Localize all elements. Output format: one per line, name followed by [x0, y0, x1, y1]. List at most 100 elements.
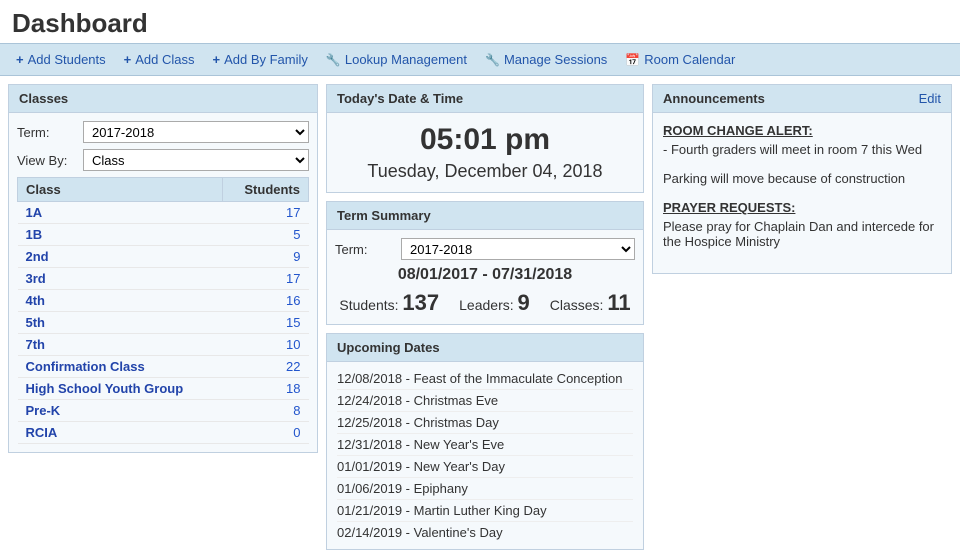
room-calendar-button[interactable]: 📅 Room Calendar [619, 50, 741, 69]
class-name: 1B [18, 224, 223, 246]
class-name: High School Youth Group [18, 378, 223, 400]
date-display: Tuesday, December 04, 2018 [337, 161, 633, 182]
list-item: 02/14/2019 - Valentine's Day [337, 522, 633, 543]
term-summary-row: Term: 2017-2018 [335, 238, 635, 260]
classes-label: Classes: [550, 297, 604, 313]
term-select[interactable]: 2017-2018 [83, 121, 309, 143]
student-count: 16 [223, 290, 309, 312]
wrench-icon: 🔧 [326, 53, 341, 67]
term-summary-label: Term: [335, 242, 395, 257]
announcement-block-2: PRAYER REQUESTS: Please pray for Chaplain… [663, 200, 941, 249]
leaders-label: Leaders: [459, 297, 513, 313]
class-table: Class Students 1A171B52nd93rd174th165th1… [17, 177, 309, 444]
student-count: 17 [223, 202, 309, 224]
classes-stat: Classes: 11 [550, 290, 631, 316]
plus-icon: + [16, 52, 24, 67]
class-name: RCIA [18, 422, 223, 444]
list-item: 12/24/2018 - Christmas Eve [337, 390, 633, 412]
viewby-row: View By: Class [17, 149, 309, 171]
announcement-text: - Fourth graders will meet in room 7 thi… [663, 142, 941, 157]
wrench-icon: 🔧 [485, 53, 500, 67]
add-class-button[interactable]: + Add Class [118, 50, 201, 69]
datetime-panel: Today's Date & Time 05:01 pm Tuesday, De… [326, 84, 644, 193]
table-row[interactable]: 7th10 [18, 334, 309, 356]
student-count: 15 [223, 312, 309, 334]
student-count: 5 [223, 224, 309, 246]
manage-sessions-button[interactable]: 🔧 Manage Sessions [479, 50, 613, 69]
class-name: 4th [18, 290, 223, 312]
classes-panel: Classes Term: 2017-2018 View By: Class C… [8, 84, 318, 453]
list-item: 12/31/2018 - New Year's Eve [337, 434, 633, 456]
announcement-text: Please pray for Chaplain Dan and interce… [663, 219, 941, 249]
middle-panel: Today's Date & Time 05:01 pm Tuesday, De… [326, 84, 644, 550]
datetime-panel-title: Today's Date & Time [327, 85, 643, 113]
page-title: Dashboard [12, 8, 948, 39]
class-name: 7th [18, 334, 223, 356]
table-row[interactable]: RCIA0 [18, 422, 309, 444]
class-name: Confirmation Class [18, 356, 223, 378]
edit-announcements-link[interactable]: Edit [919, 91, 941, 106]
viewby-select[interactable]: Class [83, 149, 309, 171]
term-row: Term: 2017-2018 [17, 121, 309, 143]
students-stat: Students: 137 [339, 290, 439, 316]
plus-icon: + [213, 52, 221, 67]
list-item: 01/21/2019 - Martin Luther King Day [337, 500, 633, 522]
announcement-block-1: Parking will move because of constructio… [663, 171, 941, 186]
announcements-body: ROOM CHANGE ALERT:- Fourth graders will … [653, 113, 951, 273]
term-summary-panel: Term Summary Term: 2017-2018 08/01/2017 … [326, 201, 644, 325]
student-count: 18 [223, 378, 309, 400]
upcoming-panel: Upcoming Dates 12/08/2018 - Feast of the… [326, 333, 644, 550]
term-label: Term: [17, 125, 77, 140]
student-count: 10 [223, 334, 309, 356]
classes-value: 11 [607, 290, 630, 315]
table-row[interactable]: 1B5 [18, 224, 309, 246]
announcement-block-0: ROOM CHANGE ALERT:- Fourth graders will … [663, 123, 941, 157]
list-item: 12/08/2018 - Feast of the Immaculate Con… [337, 368, 633, 390]
upcoming-title: Upcoming Dates [327, 334, 643, 362]
table-row[interactable]: Pre-K8 [18, 400, 309, 422]
class-name: 2nd [18, 246, 223, 268]
table-row[interactable]: 2nd9 [18, 246, 309, 268]
toolbar: + Add Students + Add Class + Add By Fami… [0, 43, 960, 76]
student-count: 8 [223, 400, 309, 422]
term-summary-title: Term Summary [327, 202, 643, 230]
announcements-panel: Announcements Edit ROOM CHANGE ALERT:- F… [652, 84, 952, 274]
table-row[interactable]: Confirmation Class22 [18, 356, 309, 378]
table-row[interactable]: 5th15 [18, 312, 309, 334]
leaders-stat: Leaders: 9 [459, 290, 530, 316]
plus-icon: + [124, 52, 132, 67]
student-count: 9 [223, 246, 309, 268]
add-students-button[interactable]: + Add Students [10, 50, 112, 69]
list-item: 12/25/2018 - Christmas Day [337, 412, 633, 434]
list-item: 01/01/2019 - New Year's Day [337, 456, 633, 478]
term-dates: 08/01/2017 - 07/31/2018 [335, 266, 635, 284]
table-row[interactable]: 3rd17 [18, 268, 309, 290]
add-by-family-button[interactable]: + Add By Family [207, 50, 314, 69]
announcement-title: PRAYER REQUESTS: [663, 200, 941, 215]
table-row[interactable]: 4th16 [18, 290, 309, 312]
announcement-text: Parking will move because of constructio… [663, 171, 941, 186]
class-name: 5th [18, 312, 223, 334]
main-content: Classes Term: 2017-2018 View By: Class C… [0, 76, 960, 558]
table-row[interactable]: High School Youth Group18 [18, 378, 309, 400]
students-value: 137 [402, 290, 439, 315]
col-class: Class [18, 178, 223, 202]
class-name: Pre-K [18, 400, 223, 422]
classes-panel-title: Classes [9, 85, 317, 113]
class-name: 1A [18, 202, 223, 224]
viewby-label: View By: [17, 153, 77, 168]
term-stats: Students: 137 Leaders: 9 Classes: 11 [335, 290, 635, 316]
table-row[interactable]: 1A17 [18, 202, 309, 224]
student-count: 0 [223, 422, 309, 444]
class-name: 3rd [18, 268, 223, 290]
time-display: 05:01 pm [337, 123, 633, 157]
announcements-title: Announcements [663, 91, 765, 106]
term-summary-select[interactable]: 2017-2018 [401, 238, 635, 260]
col-students: Students [223, 178, 309, 202]
list-item: 01/06/2019 - Epiphany [337, 478, 633, 500]
calendar-icon: 📅 [625, 53, 640, 67]
lookup-management-button[interactable]: 🔧 Lookup Management [320, 50, 473, 69]
student-count: 17 [223, 268, 309, 290]
leaders-value: 9 [518, 290, 530, 315]
announcements-header: Announcements Edit [653, 85, 951, 113]
